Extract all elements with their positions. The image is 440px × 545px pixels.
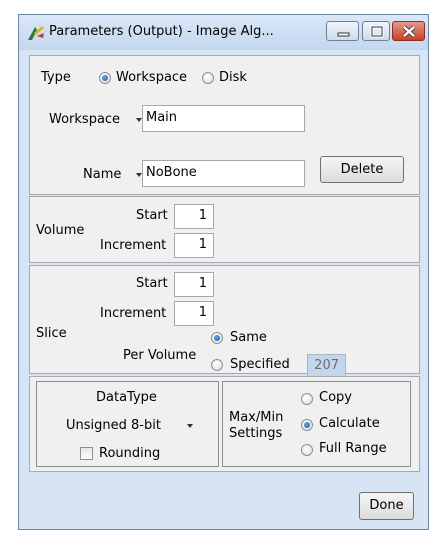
minimize-icon	[337, 32, 350, 37]
close-icon	[402, 25, 416, 38]
datatype-maxmin-panel: DataType Unsigned 8-bit Rounding Max/Min…	[29, 376, 420, 472]
slice-increment-label: Increment	[100, 306, 167, 321]
datatype-dropdown[interactable]: Unsigned 8-bit	[66, 418, 161, 433]
specified-radio-label[interactable]: Specified	[230, 357, 290, 372]
maxmin-box: Max/Min Settings Copy Calculate Full Ran…	[222, 381, 411, 467]
maxmin-label-line1: Max/Min	[229, 410, 284, 425]
name-input[interactable]: NoBone	[142, 160, 305, 187]
same-radio[interactable]	[211, 332, 223, 344]
specified-radio[interactable]	[211, 359, 223, 371]
volume-start-label: Start	[136, 208, 168, 223]
datatype-dropdown-icon[interactable]	[187, 424, 193, 428]
workspace-radio-label[interactable]: Workspace	[116, 70, 187, 85]
type-label: Type	[41, 70, 71, 85]
volume-label: Volume	[36, 223, 85, 238]
rounding-checkbox[interactable]	[80, 447, 93, 460]
full-range-radio-label[interactable]: Full Range	[319, 441, 387, 456]
maximize-icon	[370, 25, 384, 38]
calculate-radio-label[interactable]: Calculate	[319, 416, 380, 431]
volume-increment-input[interactable]: 1	[174, 233, 214, 258]
disk-radio-label[interactable]: Disk	[219, 70, 247, 85]
name-label: Name	[83, 167, 122, 182]
slice-start-label: Start	[136, 276, 168, 291]
datatype-box: DataType Unsigned 8-bit Rounding	[36, 381, 219, 467]
parameters-window: Parameters (Output) - Image Alg... Type …	[18, 14, 429, 530]
done-button[interactable]: Done	[359, 492, 414, 520]
workspace-input[interactable]: Main	[142, 105, 305, 132]
type-panel: Type Workspace Disk Workspace Main Name …	[29, 55, 420, 195]
maxmin-label-line2: Settings	[229, 426, 283, 441]
datatype-label: DataType	[96, 390, 157, 405]
maximize-button[interactable]	[362, 21, 390, 41]
volume-increment-label: Increment	[100, 238, 167, 253]
minimize-button[interactable]	[326, 21, 359, 41]
slice-increment-input[interactable]: 1	[174, 301, 214, 326]
same-radio-label[interactable]: Same	[230, 330, 267, 345]
slice-panel: Slice Start 1 Increment 1 Per Volume Sam…	[29, 265, 420, 378]
close-button[interactable]	[392, 21, 425, 41]
full-range-radio[interactable]	[301, 444, 313, 456]
specified-value-input: 207	[307, 354, 346, 378]
app-icon	[28, 26, 44, 40]
slice-start-input[interactable]: 1	[174, 272, 214, 297]
rounding-label[interactable]: Rounding	[99, 446, 160, 461]
volume-start-input[interactable]: 1	[174, 204, 214, 229]
delete-button[interactable]: Delete	[320, 156, 404, 183]
disk-radio[interactable]	[202, 72, 214, 84]
slice-label: Slice	[36, 326, 67, 341]
window-title: Parameters (Output) - Image Alg...	[49, 24, 274, 39]
per-volume-label: Per Volume	[123, 348, 197, 363]
copy-radio-label[interactable]: Copy	[319, 390, 352, 405]
workspace-radio[interactable]	[99, 72, 111, 84]
workspace-label: Workspace	[49, 112, 121, 127]
copy-radio[interactable]	[301, 393, 313, 405]
title-bar[interactable]: Parameters (Output) - Image Alg...	[19, 15, 428, 50]
volume-panel: Volume Start 1 Increment 1	[29, 196, 420, 263]
calculate-radio[interactable]	[301, 419, 313, 431]
